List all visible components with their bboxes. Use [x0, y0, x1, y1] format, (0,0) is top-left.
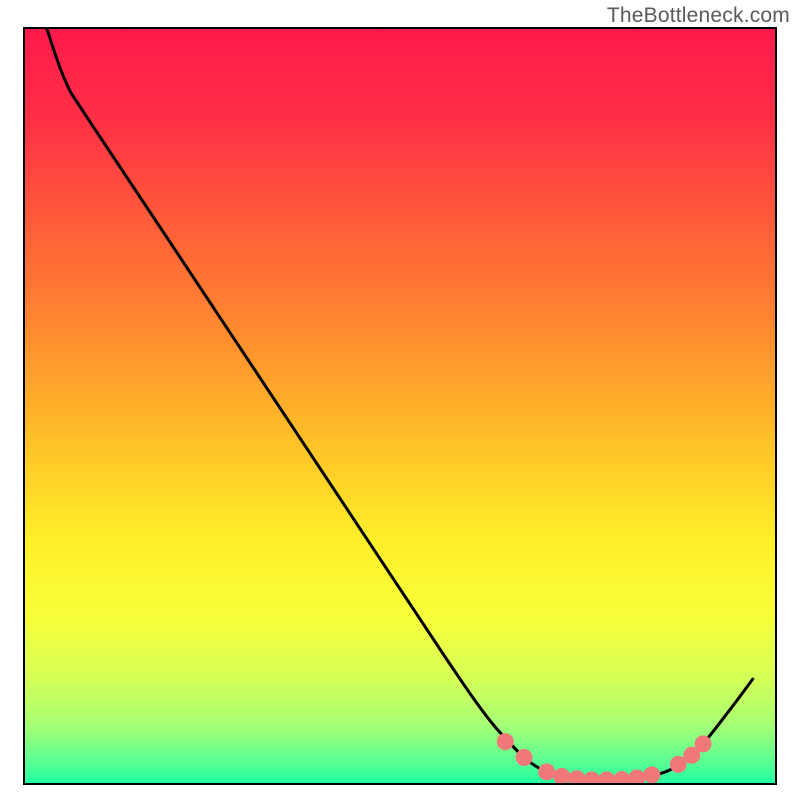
curve-marker — [695, 735, 712, 752]
curve-marker — [598, 771, 615, 788]
bottleneck-chart — [0, 0, 800, 800]
chart-frame: TheBottleneck.com — [0, 0, 800, 800]
curve-marker — [538, 763, 555, 780]
curve-marker — [553, 768, 570, 785]
curve-marker — [643, 766, 660, 783]
curve-marker — [516, 749, 533, 766]
curve-marker — [583, 771, 600, 788]
curve-marker — [613, 771, 630, 788]
curve-marker — [497, 733, 514, 750]
gradient-background — [24, 28, 776, 784]
